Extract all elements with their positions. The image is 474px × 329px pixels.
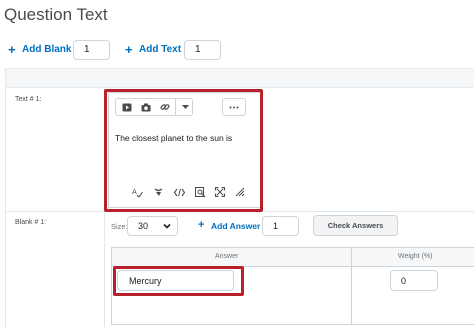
chevron-down-icon[interactable]	[162, 221, 172, 231]
blank-row-label: Blank # 1:	[15, 219, 47, 226]
check-answers-button[interactable]: Check Answers	[313, 215, 398, 236]
answer-column-header: Answer	[215, 253, 239, 260]
column-divider	[351, 248, 352, 324]
add-answer-button[interactable]: Add Answer	[211, 221, 260, 231]
add-blank-count-input[interactable]: 1	[73, 40, 110, 60]
panel-header	[5, 68, 474, 88]
add-blank-button[interactable]: Add Blank	[22, 44, 71, 55]
answer-highlight-box	[113, 266, 244, 296]
add-answer-count-input[interactable]: 1	[262, 216, 299, 236]
editor-highlight-box	[104, 89, 263, 212]
size-label: Size:	[111, 222, 128, 231]
add-text-count-input[interactable]: 1	[184, 40, 221, 60]
text-row-label: Text # 1:	[15, 96, 42, 103]
size-select-value: 30	[138, 221, 149, 231]
weight-input[interactable]: 0	[390, 270, 438, 291]
row-divider	[104, 212, 105, 329]
weight-column-header: Weight (%)	[398, 253, 433, 260]
page-title: Question Text	[4, 5, 108, 24]
add-text-plus-icon[interactable]: +	[125, 42, 133, 57]
add-blank-plus-icon[interactable]: +	[8, 42, 16, 57]
add-answer-plus-icon[interactable]: +	[198, 219, 204, 231]
add-text-button[interactable]: Add Text	[139, 44, 181, 55]
